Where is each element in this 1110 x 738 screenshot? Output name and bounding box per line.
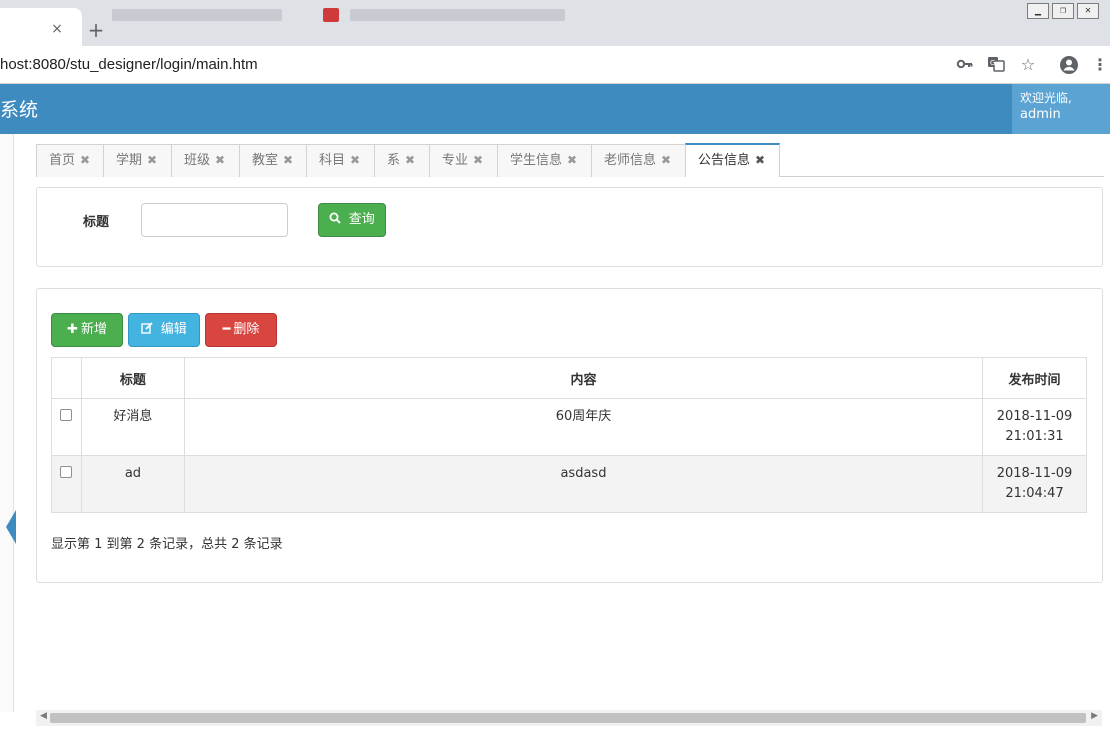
publish-date: 2018-11-09	[996, 409, 1073, 424]
url-field[interactable]: host:8080/stu_designer/login/main.htm	[0, 56, 258, 73]
publish-date: 2018-11-09	[996, 466, 1073, 481]
search-panel: 标题 查询	[36, 187, 1103, 267]
tab-close-icon[interactable]: ✖	[405, 153, 415, 167]
column-header-title[interactable]: 标题	[80, 357, 185, 399]
new-tab-icon[interactable]: +	[86, 20, 106, 40]
row-select-cell	[51, 398, 82, 456]
delete-button-label: 删除	[233, 322, 260, 337]
tab-close-icon[interactable]: ✖	[215, 153, 225, 167]
tab-close-icon[interactable]: ✖	[567, 153, 577, 167]
tab-label: 专业	[442, 153, 469, 168]
tab-close-icon[interactable]: ✖	[755, 153, 765, 167]
sidebar	[0, 134, 14, 712]
tab-department[interactable]: 系 ✖	[374, 144, 430, 177]
tab-label: 公告信息	[698, 153, 751, 168]
cell-title: ad	[80, 455, 185, 513]
minimize-icon[interactable]: ▁	[1027, 3, 1049, 19]
tab-close-icon[interactable]: ✖	[80, 153, 90, 167]
plus-icon: ✚	[67, 322, 78, 337]
tab-label: 班级	[184, 153, 211, 168]
tab-label: 学生信息	[510, 153, 563, 168]
page-tabs: 首页 ✖ 学期 ✖ 班级 ✖ 教室 ✖ 科目 ✖ 系 ✖ 专业 ✖ 学生信息 ✖ 老师信息 ✖ 公…	[36, 141, 1104, 177]
cell-publish-time: 2018-11-09 21:04:47	[982, 455, 1087, 513]
table-row[interactable]: ad asdasd 2018-11-09 21:04:47	[51, 455, 1087, 513]
tab-class[interactable]: 班级 ✖	[171, 144, 240, 177]
cell-publish-time: 2018-11-09 21:01:31	[982, 398, 1087, 456]
publish-clock: 21:04:47	[1005, 486, 1064, 501]
browser-tab-active[interactable]: ×	[0, 8, 82, 46]
tab-subject[interactable]: 科目 ✖	[306, 144, 375, 177]
tab-close-icon[interactable]: ✖	[147, 153, 157, 167]
search-button-label: 查询	[348, 212, 375, 227]
tab-notice-info[interactable]: 公告信息 ✖	[685, 143, 780, 177]
tab-close-icon[interactable]: ✖	[661, 153, 671, 167]
search-button[interactable]: 查询	[318, 203, 386, 237]
table-row[interactable]: 好消息 60周年庆 2018-11-09 21:01:31	[51, 398, 1087, 456]
tab-label: 科目	[319, 153, 346, 168]
tab-student-info[interactable]: 学生信息 ✖	[497, 144, 592, 177]
browser-tab-blurred-title[interactable]	[350, 9, 565, 21]
tab-major[interactable]: 专业 ✖	[429, 144, 498, 177]
pagination-summary: 显示第 1 到第 2 条记录，总共 2 条记录	[51, 537, 283, 552]
welcome-text: 欢迎光临,	[1020, 91, 1072, 105]
browser-tab-favicon	[323, 8, 339, 22]
edit-icon	[141, 322, 158, 337]
column-header-content[interactable]: 内容	[183, 357, 984, 399]
close-tab-icon[interactable]: ×	[50, 22, 64, 36]
tab-close-icon[interactable]: ✖	[350, 153, 360, 167]
key-icon[interactable]	[955, 55, 975, 75]
search-icon	[329, 212, 346, 227]
add-button-label: 新增	[80, 322, 107, 337]
row-select-cell	[51, 455, 82, 513]
cell-title: 好消息	[80, 398, 185, 456]
row-checkbox[interactable]	[60, 466, 73, 478]
restore-icon[interactable]: ❐	[1052, 3, 1074, 19]
publish-clock: 21:01:31	[1005, 429, 1064, 444]
title-search-input[interactable]	[141, 203, 288, 237]
star-icon[interactable]: ☆	[1018, 55, 1038, 75]
more-menu-icon[interactable]: ⋮	[1090, 55, 1110, 75]
cell-content: asdasd	[183, 455, 984, 513]
cell-content: 60周年庆	[183, 398, 984, 456]
browser-tab-blurred-title[interactable]	[112, 9, 282, 21]
tab-teacher-info[interactable]: 老师信息 ✖	[591, 144, 686, 177]
delete-button[interactable]: ━ 删除	[205, 313, 277, 347]
scrollbar-thumb[interactable]	[50, 713, 1086, 723]
browser-tab-strip: × + ▁ ❐ ✕	[0, 0, 1110, 46]
scroll-right-icon[interactable]: ▶	[1091, 711, 1098, 721]
tab-label: 学期	[116, 153, 143, 168]
username-link[interactable]: admin	[1020, 106, 1110, 123]
tab-label: 教室	[252, 153, 279, 168]
translate-icon[interactable]: G	[986, 55, 1006, 75]
minus-icon: ━	[222, 322, 231, 337]
edit-button-label: 编辑	[160, 322, 187, 337]
tab-label: 老师信息	[604, 153, 657, 168]
address-bar: host:8080/stu_designer/login/main.htm G …	[0, 46, 1110, 84]
account-icon[interactable]	[1059, 55, 1079, 75]
table-header-row: 标题 内容 发布时间	[51, 357, 1087, 399]
scroll-left-icon[interactable]: ◀	[40, 711, 47, 721]
tab-label: 系	[387, 153, 401, 168]
app-header: 系统 欢迎光临, admin	[0, 84, 1110, 134]
tab-classroom[interactable]: 教室 ✖	[239, 144, 307, 177]
close-window-icon[interactable]: ✕	[1077, 3, 1099, 19]
horizontal-scrollbar[interactable]: ◀ ▶	[36, 710, 1102, 726]
tab-close-icon[interactable]: ✖	[473, 153, 483, 167]
select-all-header	[51, 357, 82, 399]
tab-label: 首页	[49, 153, 76, 168]
tab-home[interactable]: 首页 ✖	[36, 144, 104, 177]
notice-table: 标题 内容 发布时间 好消息 60周年庆 2018-11-09 21:01:31…	[51, 357, 1087, 513]
svg-text:G: G	[990, 59, 995, 67]
row-checkbox[interactable]	[60, 409, 73, 421]
title-label: 标题	[83, 215, 110, 230]
add-button[interactable]: ✚ 新增	[51, 313, 123, 347]
app-title: 系统	[0, 100, 39, 121]
edit-button[interactable]: 编辑	[128, 313, 200, 347]
tab-semester[interactable]: 学期 ✖	[103, 144, 172, 177]
tab-close-icon[interactable]: ✖	[283, 153, 293, 167]
column-header-publish-time[interactable]: 发布时间	[982, 357, 1087, 399]
user-welcome: 欢迎光临, admin	[1012, 84, 1110, 134]
